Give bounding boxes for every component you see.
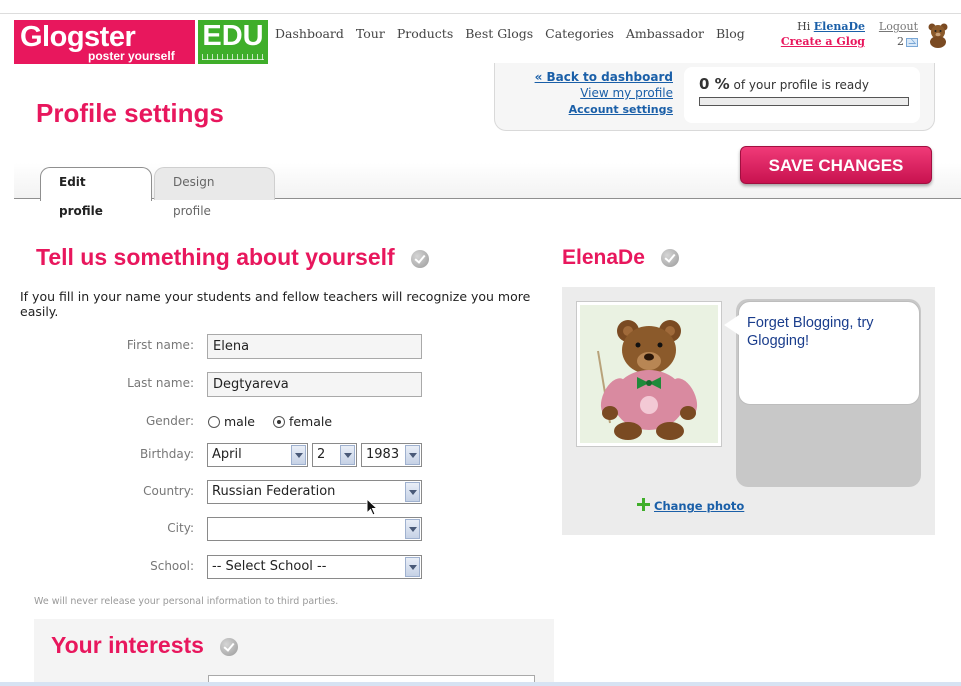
nav-tour[interactable]: Tour (356, 26, 385, 41)
birthday-year-select[interactable]: 1983 (361, 443, 422, 467)
first-name-label: First name: (126, 338, 194, 352)
city-select[interactable] (207, 517, 422, 541)
profile-progress-card: 0 % of your profile is ready (684, 67, 920, 123)
avatar[interactable] (926, 22, 950, 48)
birthday-month-value: April (212, 447, 242, 462)
progress-label: 0 % of your profile is ready (699, 75, 869, 93)
last-name-label: Last name: (127, 376, 194, 390)
account-settings-link[interactable]: Account settings (569, 103, 673, 116)
page: Glogster poster yourself EDU Dashboard T… (0, 0, 961, 686)
ruler-decoration (202, 54, 264, 60)
chevron-down-icon[interactable] (405, 557, 420, 577)
change-photo-link[interactable]: Change photo (637, 498, 744, 513)
birthday-year-value: 1983 (366, 447, 400, 462)
gender-options: male female (208, 414, 332, 429)
save-changes-button[interactable]: SAVE CHANGES (740, 146, 932, 184)
profile-card: Forget Blogging, try Glogging! Change ph… (562, 287, 935, 535)
gender-male-label[interactable]: male (224, 414, 255, 429)
profile-photo-frame[interactable] (576, 301, 722, 447)
school-value: -- Select School -- (212, 559, 327, 574)
create-glog-link[interactable]: Create a Glog (781, 35, 865, 48)
chevron-down-icon[interactable] (405, 519, 420, 539)
envelope-icon[interactable] (906, 37, 918, 47)
nav-products[interactable]: Products (397, 26, 453, 41)
nav-categories[interactable]: Categories (545, 26, 614, 41)
privacy-note: We will never release your personal info… (34, 596, 339, 607)
city-label: City: (167, 521, 194, 535)
school-select[interactable]: -- Select School -- (207, 555, 422, 579)
gender-female-radio[interactable] (272, 416, 285, 428)
school-label: School: (150, 559, 194, 573)
gender-label: Gender: (145, 414, 194, 428)
logout-area: Logout 2 (872, 19, 918, 49)
about-heading-row: Tell us something about yourself (36, 244, 430, 271)
profile-status-box: « Back to dashboard View my profile Acco… (494, 63, 935, 131)
chevron-down-icon[interactable] (405, 482, 420, 502)
last-name-field[interactable] (207, 372, 422, 397)
tab-design-profile[interactable]: Design profile (154, 167, 275, 218)
edu-logo[interactable]: EDU (198, 20, 268, 64)
page-title: Profile settings (36, 98, 224, 128)
chevron-down-icon[interactable] (291, 445, 306, 465)
progress-bar (699, 97, 909, 106)
nav-dashboard[interactable]: Dashboard (275, 26, 344, 41)
check-icon (411, 249, 430, 268)
user-greeting-area: Hi ElenaDe Create a Glog (781, 19, 865, 49)
top-divider (0, 13, 961, 14)
mouse-cursor-icon (366, 498, 379, 516)
interests-section: Your interests (34, 619, 554, 686)
edu-label: EDU (202, 20, 264, 52)
country-label: Country: (143, 484, 194, 498)
check-icon (660, 249, 679, 268)
about-heading: Tell us something about yourself (36, 244, 395, 270)
teddy-bear-photo (580, 305, 718, 443)
logo-tagline: poster yourself (88, 49, 175, 63)
logout-link[interactable]: Logout (879, 20, 918, 33)
nav-blog[interactable]: Blog (716, 26, 745, 41)
back-to-dashboard-link[interactable]: « Back to dashboard (535, 70, 673, 84)
progress-text: of your profile is ready (733, 78, 869, 92)
country-select[interactable]: Russian Federation (207, 480, 422, 504)
profile-name-row: ElenaDe (562, 246, 679, 270)
tab-edit-profile[interactable]: Edit profile (40, 167, 152, 218)
speech-bubble-tail (724, 315, 739, 335)
country-row: Country: Russian Federation (20, 480, 540, 506)
check-icon (220, 637, 239, 656)
first-name-field[interactable] (207, 334, 422, 359)
birthday-day-value: 2 (317, 447, 326, 462)
change-photo-label[interactable]: Change photo (654, 499, 744, 513)
country-value: Russian Federation (212, 484, 336, 499)
chevron-down-icon[interactable] (340, 445, 355, 465)
nav-ambassador[interactable]: Ambassador (626, 26, 704, 41)
glogster-logo[interactable]: Glogster poster yourself (14, 20, 195, 64)
greeting-text: Hi (797, 20, 811, 33)
username-link[interactable]: ElenaDe (814, 20, 865, 33)
about-intro: If you fill in your name your students a… (20, 289, 531, 319)
speech-bubble[interactable]: Forget Blogging, try Glogging! (738, 301, 920, 405)
chevron-down-icon[interactable] (405, 445, 420, 465)
progress-value: 0 % (699, 75, 730, 93)
gender-female-label[interactable]: female (289, 414, 332, 429)
plus-icon (637, 498, 650, 511)
last-name-row: Last name: (20, 372, 540, 398)
view-profile-link[interactable]: View my profile (580, 86, 673, 100)
profile-name: ElenaDe (562, 246, 645, 269)
first-name-row: First name: (20, 334, 540, 360)
birthday-label: Birthday: (139, 447, 194, 461)
school-row: School: -- Select School -- (20, 555, 540, 581)
interests-heading-row: Your interests (51, 632, 239, 659)
messages-count[interactable]: 2 (897, 35, 904, 48)
city-row: City: (20, 517, 540, 543)
birthday-day-select[interactable]: 2 (312, 443, 357, 467)
birthday-month-select[interactable]: April (207, 443, 308, 467)
nav-best-glogs[interactable]: Best Glogs (465, 26, 533, 41)
gender-row: Gender: male female (20, 410, 540, 436)
interests-heading: Your interests (51, 632, 204, 658)
birthday-row: Birthday: April 2 1983 (20, 443, 540, 469)
top-navigation: Dashboard Tour Products Best Glogs Categ… (275, 26, 745, 41)
status-links: « Back to dashboard View my profile Acco… (503, 69, 673, 118)
window-bottom-edge (0, 682, 961, 686)
gender-male-radio[interactable] (208, 416, 220, 428)
